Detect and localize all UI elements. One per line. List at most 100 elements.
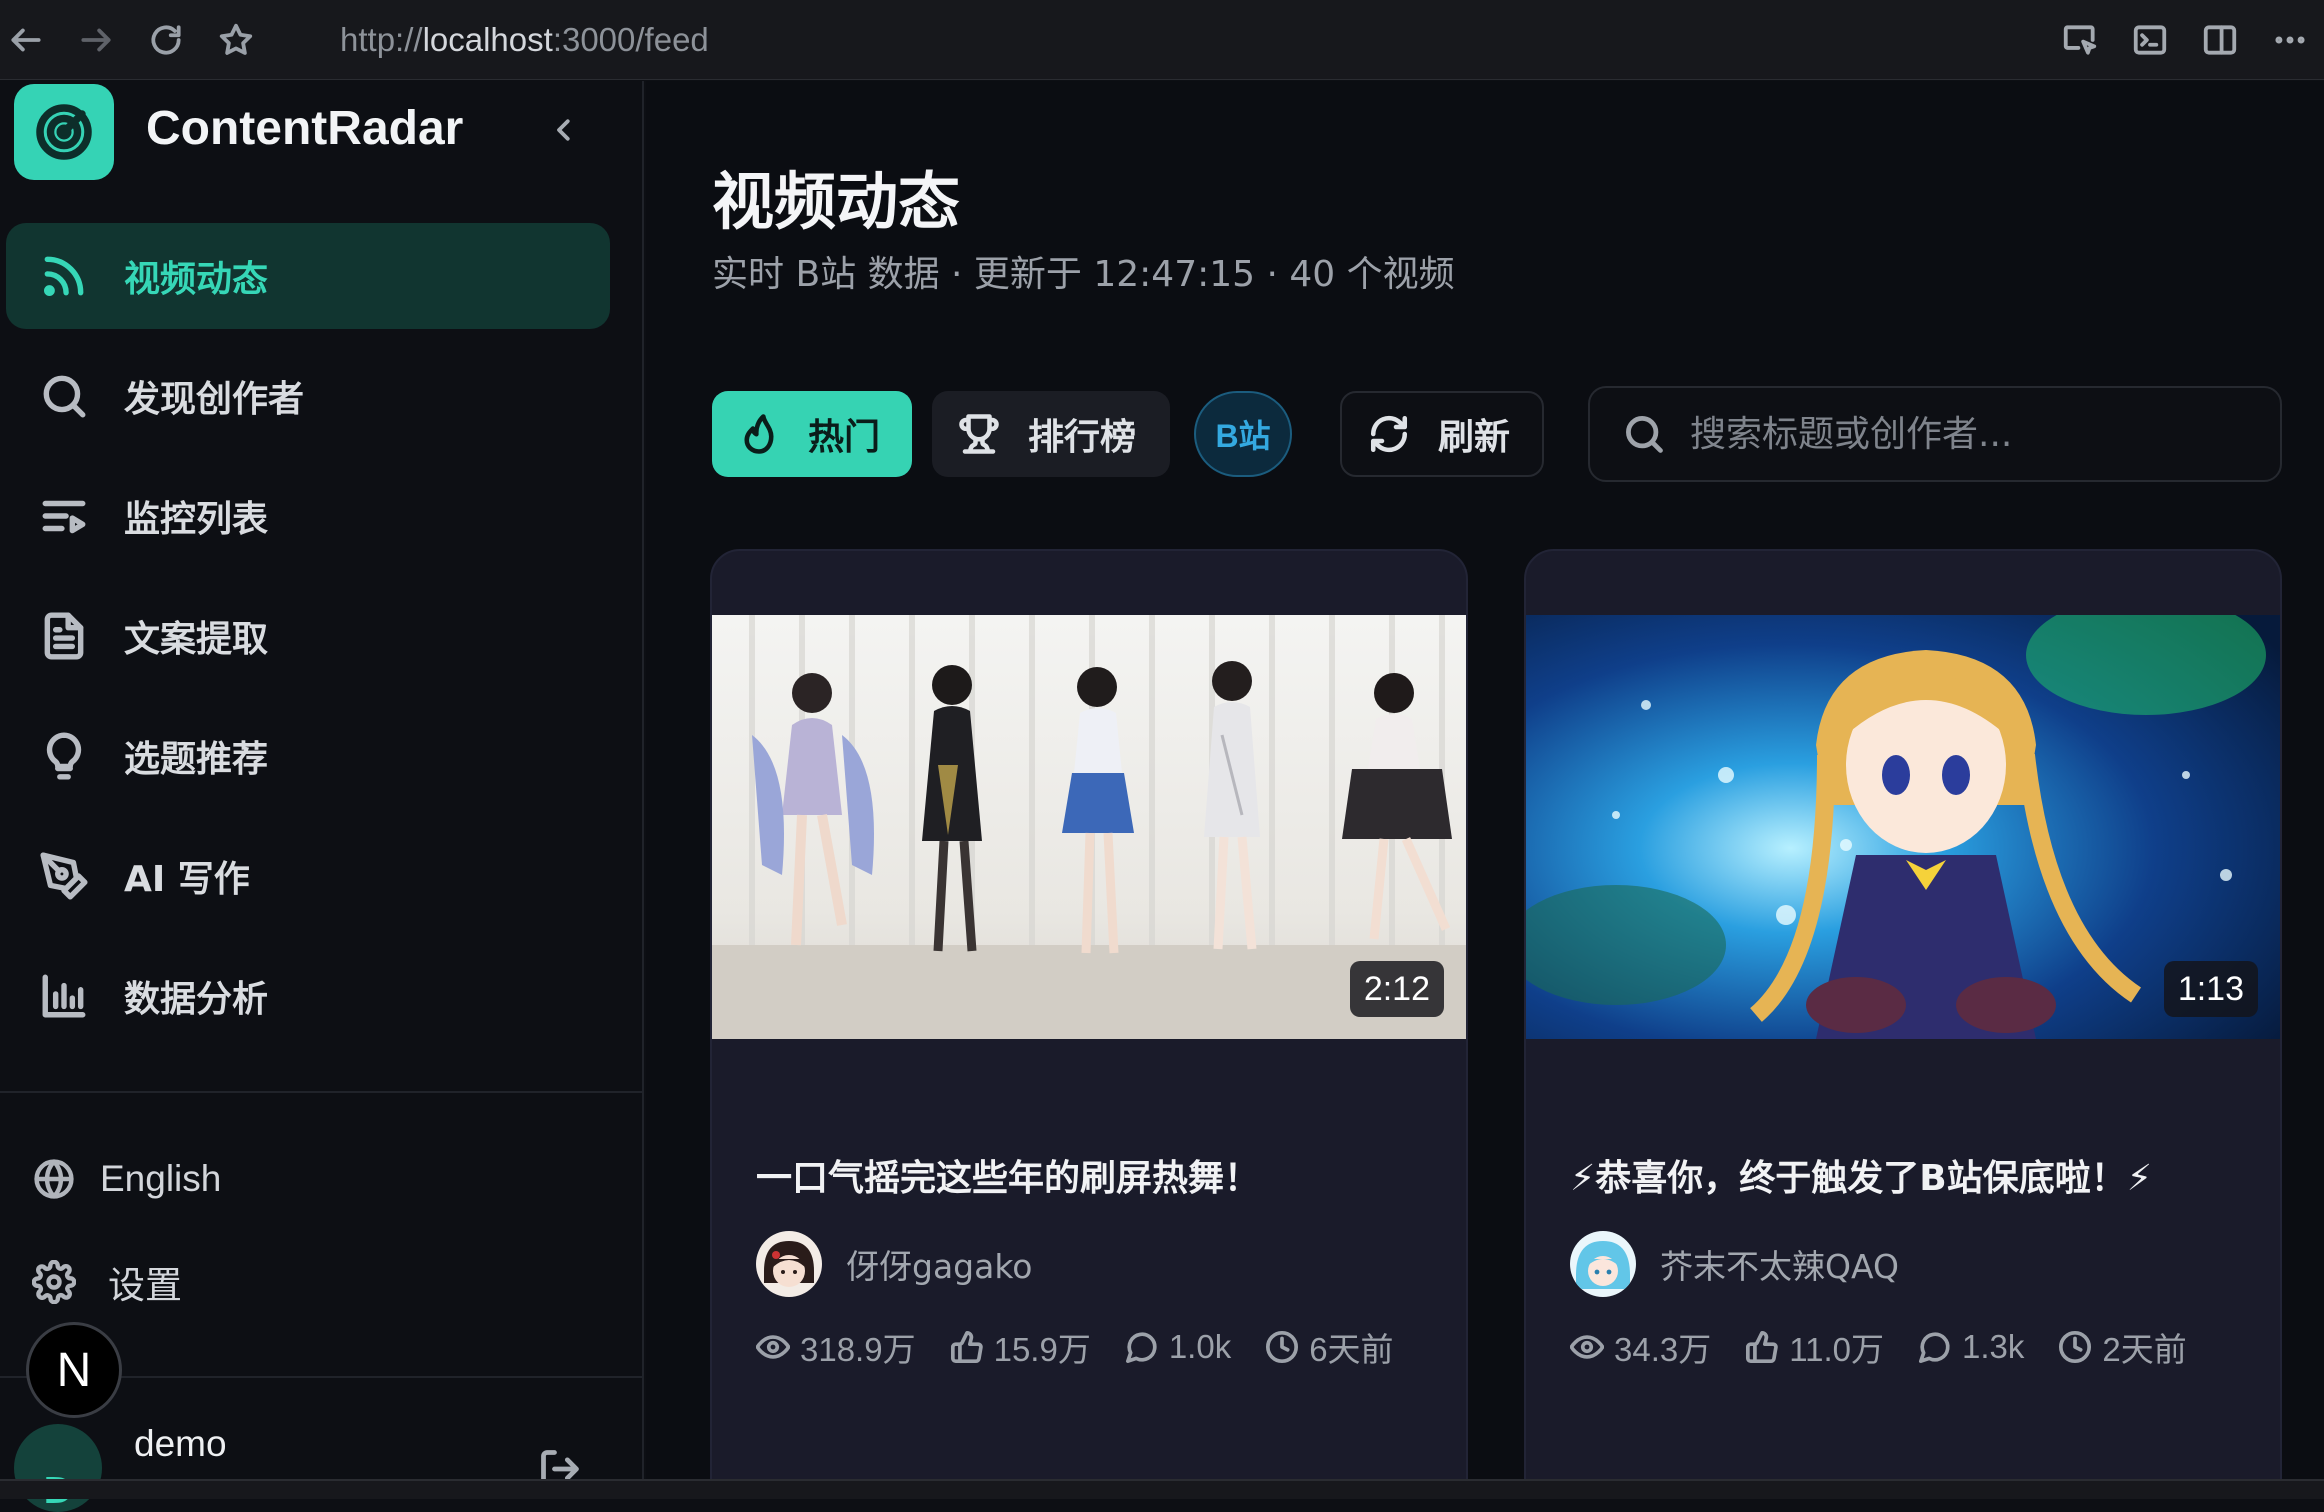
pen-tool-icon <box>36 848 92 904</box>
flame-icon <box>744 414 774 454</box>
page-title: 视频动态 <box>712 165 961 238</box>
search-field[interactable] <box>1588 386 2282 482</box>
hot-filter-label: 热门 <box>808 417 881 458</box>
lightbulb-icon <box>36 728 92 784</box>
video-card[interactable]: 1:13 ⚡恭喜你，终于触发了B站保底啦！⚡ 芥末不太辣QAQ 34.3万 11… <box>1524 549 2282 1479</box>
settings-link[interactable]: 设置 <box>30 1247 182 1317</box>
address-bar[interactable]: http://localhost:3000/feed <box>340 16 709 64</box>
views-stat: 34.3万 <box>1570 1323 1711 1371</box>
ranking-button[interactable]: 排行榜 <box>932 391 1170 477</box>
eye-icon <box>756 1335 790 1359</box>
ranking-label: 排行榜 <box>1028 417 1137 458</box>
trophy-icon <box>959 414 999 454</box>
gear-icon <box>30 1258 78 1306</box>
comments-stat: 1.0k <box>1125 1328 1231 1366</box>
refresh-button[interactable]: 刷新 <box>1340 391 1544 477</box>
platform-bilibili-badge[interactable]: B站 <box>1194 391 1292 477</box>
sidebar-item-label: 视频动态 <box>124 259 269 300</box>
published-time: 6天前 <box>1309 1331 1394 1368</box>
sidebar-item-label: 监控列表 <box>124 499 269 540</box>
search-icon <box>1622 412 1666 456</box>
search-icon <box>36 368 92 424</box>
bookmark-star-icon[interactable] <box>212 16 260 64</box>
brand-name: ContentRadar <box>146 102 464 155</box>
sidebar-item-data-analysis[interactable]: 数据分析 <box>6 943 610 1049</box>
comments-stat: 1.3k <box>1918 1328 2024 1366</box>
thumbs-up-icon <box>1746 1330 1778 1364</box>
url-path: :3000/feed <box>552 21 709 58</box>
radar-logo-icon[interactable] <box>14 84 114 180</box>
sidebar: ContentRadar 视频动态 发现创作者 监控列表 文案提取 选题推荐 A… <box>0 81 644 1512</box>
search-input[interactable] <box>1690 413 2250 455</box>
sidebar-item-video-feed[interactable]: 视频动态 <box>6 223 610 329</box>
terminal-icon[interactable] <box>2124 14 2176 66</box>
reload-icon[interactable] <box>142 16 190 64</box>
views-count: 318.9万 <box>800 1331 916 1368</box>
video-thumbnail[interactable]: 2:12 <box>712 615 1466 1039</box>
views-count: 34.3万 <box>1614 1331 1712 1368</box>
avatar <box>756 1231 822 1297</box>
thumbs-up-icon <box>950 1330 983 1364</box>
likes-stat: 15.9万 <box>950 1323 1091 1371</box>
main-content: 视频动态 实时 B站 数据 · 更新于 12:47:15 · 40 个视频 热门… <box>646 81 2324 1479</box>
hot-filter-button[interactable]: 热门 <box>712 391 912 477</box>
forward-icon[interactable] <box>72 16 120 64</box>
clock-icon <box>2059 1330 2092 1364</box>
url-host: localhost <box>422 21 553 58</box>
clock-icon <box>1266 1330 1299 1364</box>
sidebar-item-watchlist[interactable]: 监控列表 <box>6 463 610 569</box>
inspect-icon[interactable] <box>2054 14 2106 66</box>
sidebar-item-label: AI 写作 <box>124 859 250 900</box>
document-icon <box>36 608 92 664</box>
author-name: 芥末不太辣QAQ <box>1660 1247 1899 1286</box>
likes-count: 11.0万 <box>1789 1331 1885 1368</box>
comment-icon <box>1125 1332 1157 1364</box>
avatar <box>1570 1231 1636 1297</box>
bar-chart-icon <box>36 968 92 1024</box>
video-stats: 34.3万 11.0万 1.3k 2天前 <box>1570 1321 2221 1373</box>
sidebar-item-label: 文案提取 <box>124 619 269 660</box>
sidebar-item-label: 选题推荐 <box>124 739 269 780</box>
platform-label: B站 <box>1215 418 1271 454</box>
collapse-sidebar-icon[interactable] <box>542 105 586 155</box>
likes-stat: 11.0万 <box>1745 1323 1884 1371</box>
language-switch[interactable]: English <box>30 1144 221 1214</box>
video-title[interactable]: ⚡恭喜你，终于触发了B站保底啦！⚡ <box>1570 1149 2152 1201</box>
video-author[interactable]: 芥末不太辣QAQ <box>1570 1231 1899 1297</box>
video-author[interactable]: 伢伢gagako <box>756 1231 1032 1297</box>
split-view-icon[interactable] <box>2194 14 2246 66</box>
sidebar-item-topic-recommend[interactable]: 选题推荐 <box>6 703 610 809</box>
browser-toolbar: http://localhost:3000/feed <box>0 0 2324 80</box>
video-duration: 2:12 <box>1349 961 1444 1017</box>
sidebar-item-script-extract[interactable]: 文案提取 <box>6 583 610 689</box>
user-name: demo <box>134 1423 227 1464</box>
globe-icon <box>30 1155 78 1203</box>
playlist-icon <box>36 488 92 544</box>
nextjs-badge[interactable]: N <box>26 1322 122 1418</box>
video-title[interactable]: 一口气摇完这些年的刷屏热舞！ <box>756 1149 1260 1201</box>
author-name: 伢伢gagako <box>846 1247 1033 1286</box>
comments-count: 1.0k <box>1168 1328 1232 1365</box>
video-duration: 1:13 <box>2163 961 2258 1017</box>
comments-count: 1.3k <box>1962 1328 2025 1365</box>
back-icon[interactable] <box>2 16 50 64</box>
time-stat: 6天前 <box>1265 1323 1394 1371</box>
views-stat: 318.9万 <box>756 1323 916 1371</box>
comment-icon <box>1919 1332 1950 1364</box>
page-subtitle: 实时 B站 数据 · 更新于 12:47:15 · 40 个视频 <box>712 254 1455 295</box>
published-time: 2天前 <box>2102 1331 2187 1368</box>
sidebar-item-label: 数据分析 <box>124 979 269 1020</box>
sidebar-item-label: 发现创作者 <box>124 379 305 420</box>
sidebar-item-discover-creators[interactable]: 发现创作者 <box>6 343 610 449</box>
time-stat: 2天前 <box>2058 1323 2187 1371</box>
video-stats: 318.9万 15.9万 1.0k 6天前 <box>756 1321 1428 1373</box>
refresh-label: 刷新 <box>1438 417 1511 458</box>
refresh-icon <box>1370 415 1408 453</box>
url-scheme: http:// <box>340 21 423 58</box>
video-card[interactable]: 2:12 一口气摇完这些年的刷屏热舞！ 伢伢gagako 318.9万 15.9… <box>710 549 1468 1479</box>
more-icon[interactable] <box>2264 14 2316 66</box>
likes-count: 15.9万 <box>993 1331 1091 1368</box>
sidebar-divider <box>0 1091 642 1093</box>
sidebar-item-ai-writing[interactable]: AI 写作 <box>6 823 610 929</box>
video-thumbnail[interactable]: 1:13 <box>1526 615 2280 1039</box>
